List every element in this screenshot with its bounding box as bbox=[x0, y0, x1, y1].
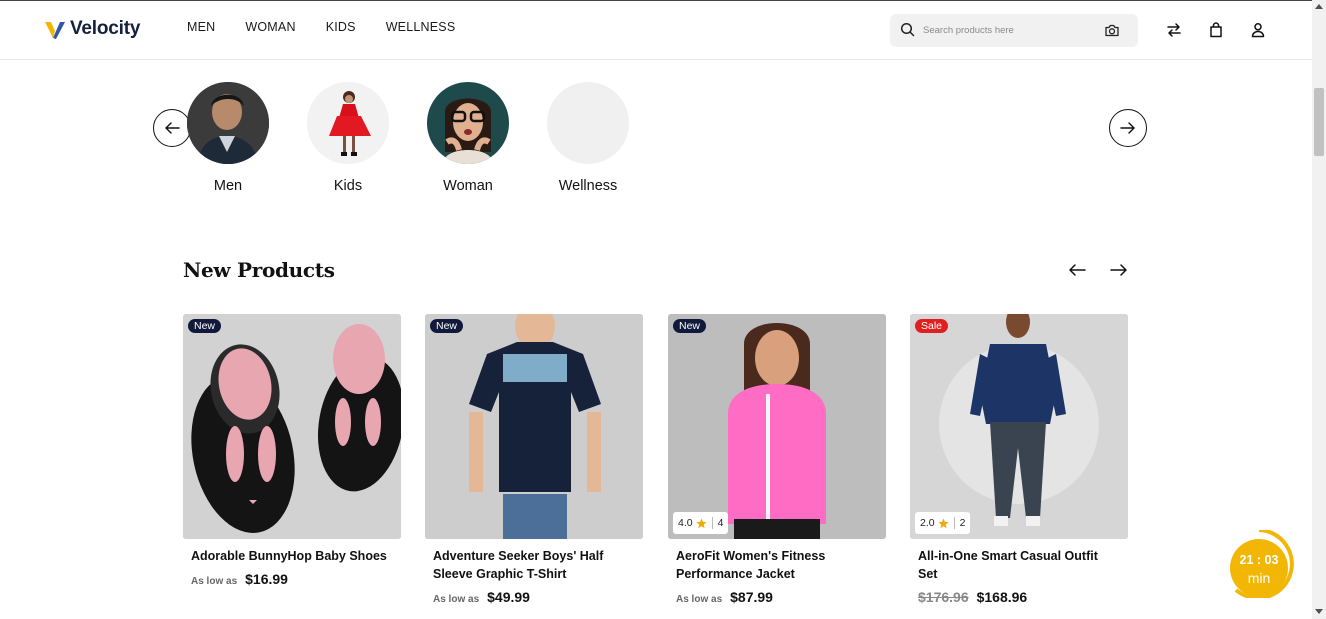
rating-chip: 4.0 4 bbox=[673, 512, 729, 534]
products-prev-arrow-icon[interactable] bbox=[1068, 262, 1086, 278]
nav-men[interactable]: MEN bbox=[187, 20, 215, 34]
category-wellness[interactable]: Wellness bbox=[547, 82, 629, 194]
price-row: As low as $16.99 bbox=[191, 571, 393, 587]
woman-portrait bbox=[427, 82, 509, 164]
product-image[interactable]: New bbox=[183, 314, 401, 539]
arrow-right-icon bbox=[1120, 122, 1135, 134]
brand-logo[interactable]: Velocity bbox=[44, 18, 140, 40]
category-woman[interactable]: Woman bbox=[427, 82, 509, 194]
badge-new: New bbox=[430, 319, 464, 333]
badge-new: New bbox=[188, 319, 222, 333]
countdown-timer[interactable]: 21 : 03 min bbox=[1228, 530, 1296, 598]
badge-sale: Sale bbox=[915, 319, 949, 333]
category-woman-label: Woman bbox=[443, 178, 493, 194]
product-name[interactable]: AeroFit Women's Fitness Performance Jack… bbox=[676, 547, 878, 583]
brand-name: Velocity bbox=[70, 18, 141, 39]
rating-divider bbox=[711, 517, 713, 529]
compare-icon[interactable] bbox=[1166, 22, 1182, 38]
star-icon bbox=[938, 517, 949, 528]
pink-jacket-image bbox=[668, 314, 886, 539]
rating-value: 2.0 bbox=[920, 517, 935, 529]
category-wellness-image bbox=[547, 82, 629, 164]
product-price: $87.99 bbox=[730, 589, 773, 605]
camera-search-icon[interactable] bbox=[1104, 23, 1120, 38]
original-price: $176.96 bbox=[918, 589, 969, 605]
bunny-shoes-image bbox=[183, 314, 401, 539]
scroll-thumb[interactable] bbox=[1314, 88, 1324, 156]
category-kids-label: Kids bbox=[333, 178, 363, 194]
as-low-as-label: As low as bbox=[433, 594, 480, 605]
timer-time: 21 : 03 bbox=[1239, 553, 1279, 567]
user-account-icon[interactable] bbox=[1251, 22, 1265, 38]
scroll-down-arrow[interactable] bbox=[1315, 609, 1323, 614]
product-name[interactable]: Adorable BunnyHop Baby Shoes bbox=[191, 547, 393, 565]
as-low-as-label: As low as bbox=[676, 594, 723, 605]
category-men-label: Men bbox=[213, 178, 243, 194]
men-portrait bbox=[187, 82, 269, 164]
casual-outfit-image bbox=[910, 314, 1128, 539]
product-name[interactable]: All-in-One Smart Casual Outfit Set bbox=[918, 547, 1120, 583]
main-nav: MEN WOMAN KIDS WELLNESS bbox=[187, 20, 455, 34]
star-icon bbox=[696, 517, 707, 528]
velocity-logo-icon bbox=[45, 22, 65, 39]
category-men-image bbox=[187, 82, 269, 164]
price-row: As low as $49.99 bbox=[433, 589, 635, 605]
product-image[interactable]: New bbox=[425, 314, 643, 539]
site-header: Velocity MEN WOMAN KIDS WELLNESS bbox=[0, 0, 1312, 60]
product-name[interactable]: Adventure Seeker Boys' Half Sleeve Graph… bbox=[433, 547, 635, 583]
price-row: As low as $87.99 bbox=[676, 589, 878, 605]
category-men[interactable]: Men bbox=[187, 82, 269, 194]
product-card[interactable]: Sale 2.0 2 All-in-One Smart Casual Outfi… bbox=[910, 314, 1128, 605]
product-card[interactable]: New Adventure Seeker Boys' Half Sleeve G… bbox=[425, 314, 643, 605]
new-products-title: New Products bbox=[183, 258, 335, 282]
product-price: $16.99 bbox=[245, 571, 288, 587]
product-price: $49.99 bbox=[487, 589, 530, 605]
kids-portrait bbox=[307, 82, 389, 164]
arrow-left-icon bbox=[165, 122, 180, 134]
category-prev-button[interactable] bbox=[153, 109, 191, 147]
shopping-bag-icon[interactable] bbox=[1209, 22, 1223, 38]
category-kids[interactable]: Kids bbox=[307, 82, 389, 194]
scroll-up-arrow[interactable] bbox=[1315, 4, 1323, 9]
as-low-as-label: As low as bbox=[191, 576, 238, 587]
product-image[interactable]: New 4.0 4 bbox=[668, 314, 886, 539]
badge-new: New bbox=[673, 319, 707, 333]
timer-unit: min bbox=[1247, 570, 1271, 586]
category-kids-image bbox=[307, 82, 389, 164]
nav-woman[interactable]: WOMAN bbox=[245, 20, 295, 34]
rating-divider bbox=[953, 517, 955, 529]
product-card[interactable]: New Adorable BunnyHop Baby Shoes As low … bbox=[183, 314, 401, 587]
products-next-arrow-icon[interactable] bbox=[1110, 262, 1128, 278]
product-card[interactable]: New 4.0 4 AeroFit Women's Fitness Perfor… bbox=[668, 314, 886, 605]
rating-chip: 2.0 2 bbox=[915, 512, 971, 534]
search-icon[interactable] bbox=[900, 22, 915, 37]
price-row: $176.96 $168.96 bbox=[918, 589, 1120, 605]
product-image[interactable]: Sale 2.0 2 bbox=[910, 314, 1128, 539]
nav-kids[interactable]: KIDS bbox=[326, 20, 356, 34]
search-bar bbox=[890, 14, 1138, 47]
review-count: 4 bbox=[717, 517, 724, 529]
review-count: 2 bbox=[959, 517, 966, 529]
page-scrollbar[interactable] bbox=[1312, 0, 1326, 619]
product-price: $168.96 bbox=[976, 589, 1028, 605]
category-wellness-label: Wellness bbox=[558, 178, 618, 194]
boy-tshirt-image bbox=[425, 314, 643, 539]
timer-disc: 21 : 03 min bbox=[1230, 539, 1288, 597]
nav-wellness[interactable]: WELLNESS bbox=[386, 20, 456, 34]
category-woman-image bbox=[427, 82, 509, 164]
rating-value: 4.0 bbox=[678, 517, 693, 529]
category-next-button[interactable] bbox=[1109, 109, 1147, 147]
search-input[interactable] bbox=[923, 22, 1083, 39]
